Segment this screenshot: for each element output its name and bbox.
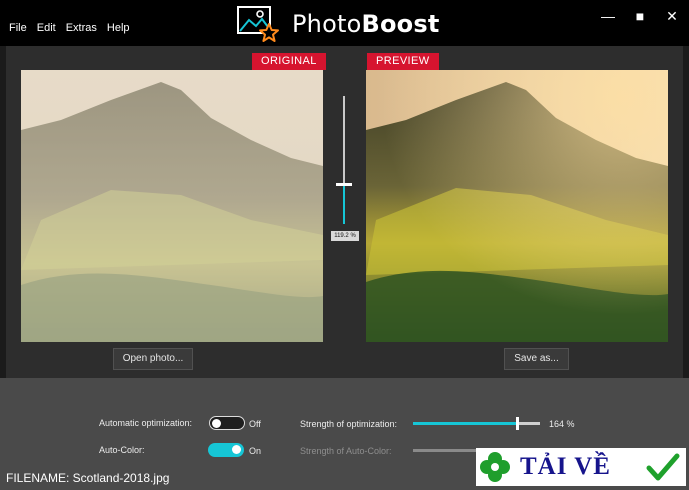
preview-tag: PREVIEW <box>367 53 439 70</box>
toggle-knob <box>212 419 221 428</box>
app-brand: PhotoBoost <box>236 4 440 44</box>
menu-edit[interactable]: Edit <box>37 22 56 34</box>
app-title: PhotoBoost <box>292 10 440 38</box>
window-controls: — ■ ✕ <box>601 8 679 24</box>
photoboost-logo-icon <box>237 6 279 42</box>
auto-optimization-toggle[interactable] <box>209 416 245 430</box>
minimize-icon[interactable]: — <box>601 8 615 24</box>
original-tag: ORIGINAL <box>252 53 326 70</box>
strength-optimization-label: Strength of optimization: <box>300 419 398 429</box>
compare-slider-fill <box>343 184 345 224</box>
preview-photo <box>366 70 668 342</box>
menu-extras[interactable]: Extras <box>66 22 97 34</box>
close-icon[interactable]: ✕ <box>665 8 679 24</box>
strength-optimization-handle[interactable] <box>516 417 520 430</box>
open-photo-button[interactable]: Open photo... <box>113 348 193 370</box>
maximize-icon[interactable]: ■ <box>633 8 647 24</box>
watermark-text: TẢI VỀ <box>520 453 611 480</box>
checkmark-icon <box>646 453 680 481</box>
auto-color-state: On <box>249 446 262 456</box>
strength-auto-color-slider[interactable] <box>413 449 476 452</box>
strength-auto-color-label: Strength of Auto-Color: <box>300 446 392 456</box>
title-bar: File Edit Extras Help PhotoBoost — ■ ✕ <box>0 0 689 46</box>
toggle-knob <box>232 445 241 454</box>
compare-slider-value: 119.2 % <box>331 231 359 241</box>
original-photo <box>21 70 323 342</box>
auto-optimization-label: Automatic optimization: <box>99 418 193 428</box>
filename-status: FILENAME: Scotland-2018.jpg <box>6 471 170 485</box>
strength-optimization-slider[interactable] <box>413 417 540 430</box>
watermark: TẢI VỀ <box>476 448 686 486</box>
save-as-button[interactable]: Save as... <box>504 348 569 370</box>
strength-optimization-fill <box>413 422 518 425</box>
compare-slider-handle[interactable] <box>336 183 352 187</box>
auto-color-label: Auto-Color: <box>99 445 145 455</box>
menu-help[interactable]: Help <box>107 22 130 34</box>
compare-slider[interactable] <box>336 96 352 224</box>
auto-optimization-state: Off <box>249 419 261 429</box>
clover-icon <box>480 452 510 482</box>
auto-color-toggle[interactable] <box>208 443 244 457</box>
strength-optimization-value: 164 % <box>549 419 575 429</box>
menu-bar: File Edit Extras Help <box>9 22 130 34</box>
menu-file[interactable]: File <box>9 22 27 34</box>
